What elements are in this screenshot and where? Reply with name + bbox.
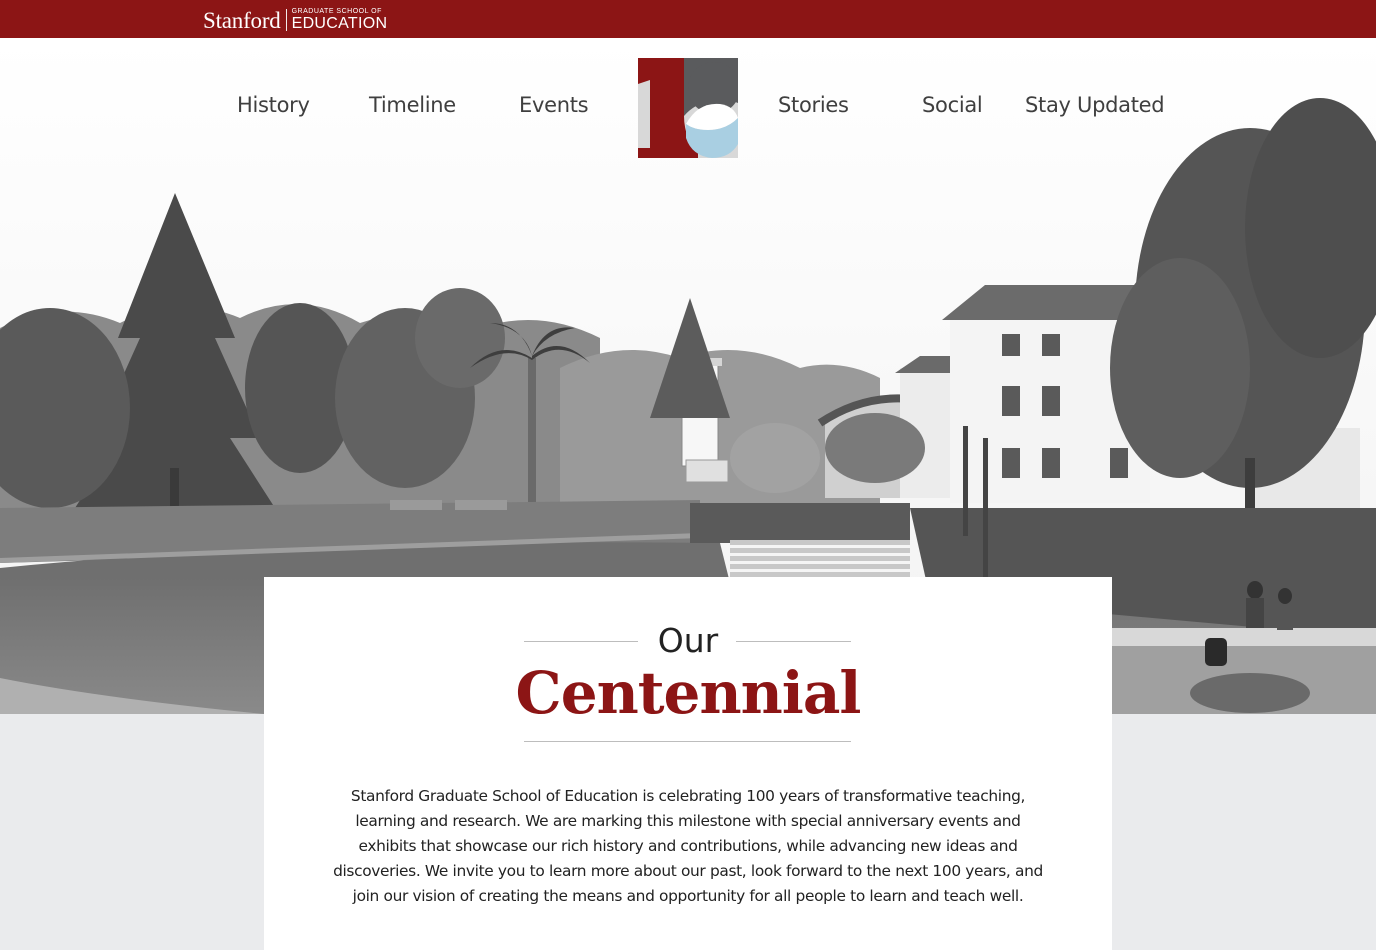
nav-timeline[interactable]: Timeline bbox=[369, 93, 456, 117]
intro-paragraph: Stanford Graduate School of Education is… bbox=[333, 787, 1043, 905]
nav-history[interactable]: History bbox=[237, 93, 310, 117]
centennial-logo-icon[interactable] bbox=[638, 58, 740, 158]
stanford-gse-logo[interactable]: Stanford GRADUATE SCHOOL OF EDUCATION bbox=[203, 6, 387, 34]
heading-our: Our bbox=[657, 621, 719, 660]
brand-school: GRADUATE SCHOOL OF EDUCATION bbox=[292, 8, 388, 32]
nav-stay-updated[interactable]: Stay Updated bbox=[1025, 93, 1165, 117]
centennial-100-icon bbox=[638, 58, 740, 158]
brand-divider bbox=[285, 9, 287, 31]
brand-school-small: GRADUATE SCHOOL OF bbox=[291, 8, 382, 15]
top-bar: Stanford GRADUATE SCHOOL OF EDUCATION bbox=[0, 0, 1376, 38]
brand-university: Stanford bbox=[203, 7, 281, 33]
nav-stories[interactable]: Stories bbox=[778, 93, 849, 117]
brand-school-big: EDUCATION bbox=[291, 15, 388, 32]
heading-rule-bottom bbox=[524, 741, 851, 742]
nav-events[interactable]: Events bbox=[519, 93, 589, 117]
nav-social[interactable]: Social bbox=[922, 93, 983, 117]
heading-centennial: Centennial bbox=[515, 659, 862, 727]
centennial-intro-card: Our Centennial Stanford Graduate School … bbox=[264, 577, 1112, 950]
